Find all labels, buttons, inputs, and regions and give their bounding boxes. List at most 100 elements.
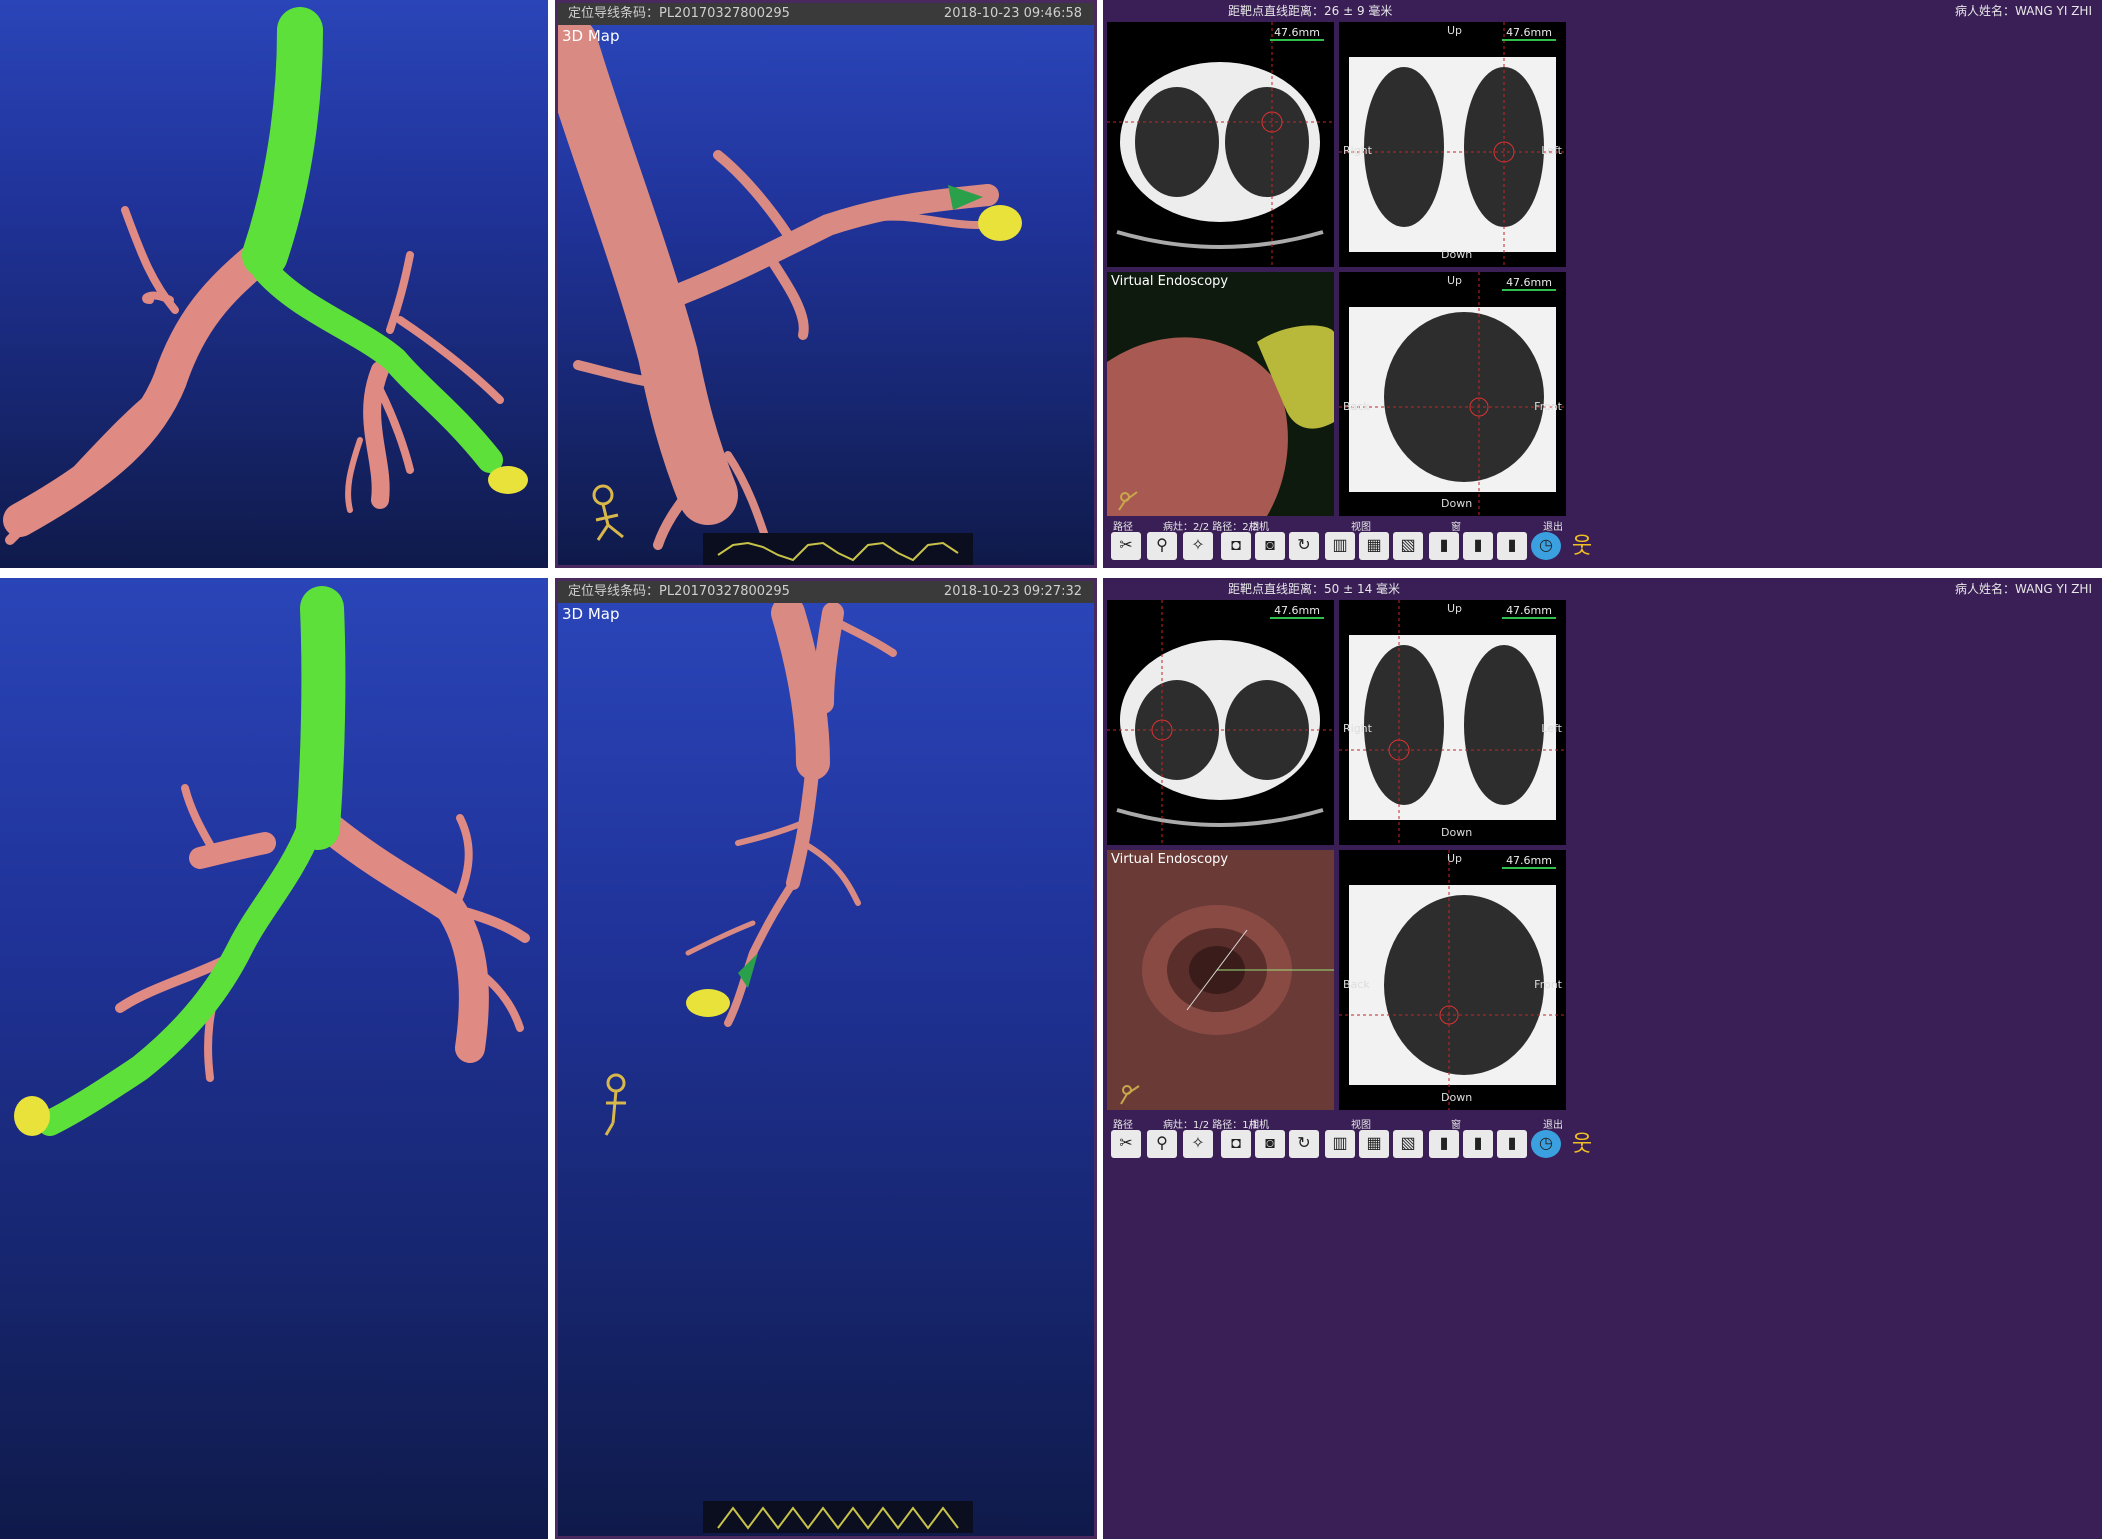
toolbar-label-camera: 相机	[1249, 522, 1269, 533]
camera-capture-button[interactable]: ◘	[1221, 532, 1251, 560]
3d-map-canvas[interactable]: 3D Map	[558, 596, 1094, 1536]
path-tool-button[interactable]: ✂	[1111, 532, 1141, 560]
patient-name: 病人姓名：WANG YI ZHI	[1955, 4, 2092, 18]
label-up: Up	[1447, 602, 1463, 615]
camera-record-button[interactable]: ◙	[1255, 1130, 1285, 1158]
scale-indicator: 47.6mm	[1502, 854, 1556, 869]
ct-header: 距靶点直线距离：50 ± 14 毫米 病人姓名：WANG YI ZHI	[1103, 578, 2102, 600]
lesion-marker-button[interactable]: ⚲	[1147, 532, 1177, 560]
layout-2-button[interactable]: ▦	[1359, 532, 1389, 560]
view-label: 3D Map	[562, 27, 620, 45]
window-level-1-button[interactable]: ▮	[1429, 1130, 1459, 1158]
airway-zoom-render	[604, 596, 973, 1533]
label-down: Down	[1441, 497, 1473, 510]
label-left: Left	[1541, 722, 1562, 735]
label-front: Front	[1534, 978, 1562, 991]
scale-indicator: 47.6mm	[1270, 604, 1324, 619]
toolbar-label-window: 窗	[1451, 522, 1461, 533]
toolbar-label-lesion: 病灶：2/2 路径：2/2	[1163, 522, 1259, 533]
scale-indicator: 47.6mm	[1270, 26, 1324, 41]
label-up: Up	[1447, 852, 1463, 865]
exit-figure-icon[interactable]: 웃	[1567, 532, 1597, 560]
lesion-target	[14, 1096, 50, 1136]
label-down: Down	[1441, 826, 1473, 839]
virtual-endoscopy-view[interactable]: Virtual Endoscopy	[1107, 850, 1334, 1110]
airway-3d-view-bottom[interactable]	[0, 578, 548, 1539]
window-level-3-button[interactable]: ▮	[1497, 532, 1527, 560]
camera-reset-button[interactable]: ↻	[1289, 1130, 1319, 1158]
camera-record-button[interactable]: ◙	[1255, 532, 1285, 560]
patient-name: 病人姓名：WANG YI ZHI	[1955, 582, 2092, 596]
navigation-viewer-bottom[interactable]: 定位导线条码：PL20170327800295 2018-10-23 09:27…	[555, 578, 1097, 1539]
label-front: Front	[1534, 400, 1562, 413]
toolbar-label-camera: 相机	[1249, 1120, 1269, 1131]
layout-1-button[interactable]: ▥	[1325, 1130, 1355, 1158]
orientation-figure-icon	[604, 1073, 626, 1136]
toolbar-label-exit: 退出	[1543, 1120, 1563, 1131]
label-down: Down	[1441, 248, 1473, 261]
label-right: Right	[1343, 722, 1372, 735]
timestamp: 2018-10-23 09:46:58	[943, 6, 1082, 21]
airway-tree-render	[14, 586, 530, 1136]
viewer-title-bar: 定位导线条码：PL20170327800295 2018-10-23 09:27…	[558, 581, 1094, 603]
ct-axial-view[interactable]: 47.6mm	[1107, 600, 1334, 845]
toolbar-label-exit: 退出	[1543, 522, 1563, 533]
view-label: Virtual Endoscopy	[1111, 274, 1229, 289]
camera-capture-button[interactable]: ◘	[1221, 1130, 1251, 1158]
toolbar-label-path: 路径	[1113, 1120, 1133, 1131]
label-back: Back	[1343, 978, 1370, 991]
orientation-figure-icon	[1120, 1085, 1140, 1105]
scale-indicator: 47.6mm	[1502, 276, 1556, 291]
ct-coronal-view[interactable]: Up Down Right Left 47.6mm	[1339, 22, 1566, 267]
ct-multiview-top[interactable]: 距靶点直线距离：26 ± 9 毫米 病人姓名：WANG YI ZHI 47.6m…	[1103, 0, 2102, 568]
lesion-target	[488, 466, 528, 494]
layout-3-button[interactable]: ▧	[1393, 1130, 1423, 1158]
window-level-2-button[interactable]: ▮	[1463, 1130, 1493, 1158]
timer-button[interactable]: ◷	[1531, 532, 1561, 560]
toolbar-label-path: 路径	[1113, 522, 1133, 533]
label-up: Up	[1447, 274, 1463, 287]
ct-coronal-view[interactable]: Up Down Right Left 47.6mm	[1339, 600, 1566, 845]
view-label: 3D Map	[562, 605, 620, 623]
airway-zoom-render	[558, 15, 1022, 565]
device-barcode: 定位导线条码：PL20170327800295	[568, 584, 790, 599]
label-right: Right	[1343, 144, 1372, 157]
toolbar-label-view: 视图	[1351, 1120, 1371, 1131]
target-distance: 距靶点直线距离：50 ± 14 毫米	[1228, 582, 1401, 596]
target-distance: 距靶点直线距离：26 ± 9 毫米	[1228, 4, 1393, 18]
respiration-waveform	[703, 533, 973, 565]
3d-map-canvas[interactable]: 3D Map	[558, 15, 1094, 565]
layout-2-button[interactable]: ▦	[1359, 1130, 1389, 1158]
scale-indicator: 47.6mm	[1502, 26, 1556, 41]
layout-1-button[interactable]: ▥	[1325, 532, 1355, 560]
ct-toolbar: 路径 病灶：1/2 路径：1/1 相机 视图 窗 退出 ✂ ⚲ ✧ ◘ ◙ ↻ …	[1103, 1114, 2102, 1166]
camera-reset-button[interactable]: ↻	[1289, 532, 1319, 560]
path-tool-button[interactable]: ✂	[1111, 1130, 1141, 1158]
route-button[interactable]: ✧	[1183, 1130, 1213, 1158]
ct-header: 距靶点直线距离：26 ± 9 毫米 病人姓名：WANG YI ZHI	[1103, 0, 2102, 22]
device-barcode: 定位导线条码：PL20170327800295	[568, 6, 790, 21]
airway-3d-view-top[interactable]	[0, 0, 548, 568]
window-level-2-button[interactable]: ▮	[1463, 532, 1493, 560]
toolbar-label-lesion: 病灶：1/2 路径：1/1	[1163, 1120, 1259, 1131]
window-level-3-button[interactable]: ▮	[1497, 1130, 1527, 1158]
ct-axial-view[interactable]: 47.6mm	[1107, 22, 1334, 267]
label-left: Left	[1541, 144, 1562, 157]
exit-figure-icon[interactable]: 웃	[1567, 1130, 1597, 1158]
viewer-title-bar: 定位导线条码：PL20170327800295 2018-10-23 09:46…	[558, 3, 1094, 25]
ct-multiview-bottom[interactable]: 距靶点直线距离：50 ± 14 毫米 病人姓名：WANG YI ZHI 47.6…	[1103, 578, 2102, 1539]
ct-toolbar: 路径 病灶：2/2 路径：2/2 相机 视图 窗 退出 ✂ ⚲ ✧ ◘ ◙ ↻ …	[1103, 516, 2102, 568]
scale-indicator: 47.6mm	[1502, 604, 1556, 619]
lesion-marker-button[interactable]: ⚲	[1147, 1130, 1177, 1158]
navigation-viewer-top[interactable]: 定位导线条码：PL20170327800295 2018-10-23 09:46…	[555, 0, 1097, 568]
layout-3-button[interactable]: ▧	[1393, 532, 1423, 560]
virtual-endoscopy-view[interactable]: Virtual Endoscopy	[1107, 272, 1334, 516]
toolbar-label-window: 窗	[1451, 1120, 1461, 1131]
toolbar-label-view: 视图	[1351, 522, 1371, 533]
ct-sagittal-view[interactable]: Up Down Back Front 47.6mm	[1339, 850, 1566, 1110]
ct-sagittal-view[interactable]: Up Down Back Front 47.6mm	[1339, 272, 1566, 516]
window-level-1-button[interactable]: ▮	[1429, 532, 1459, 560]
timer-button[interactable]: ◷	[1531, 1130, 1561, 1158]
lesion-target	[978, 205, 1022, 241]
route-button[interactable]: ✧	[1183, 532, 1213, 560]
